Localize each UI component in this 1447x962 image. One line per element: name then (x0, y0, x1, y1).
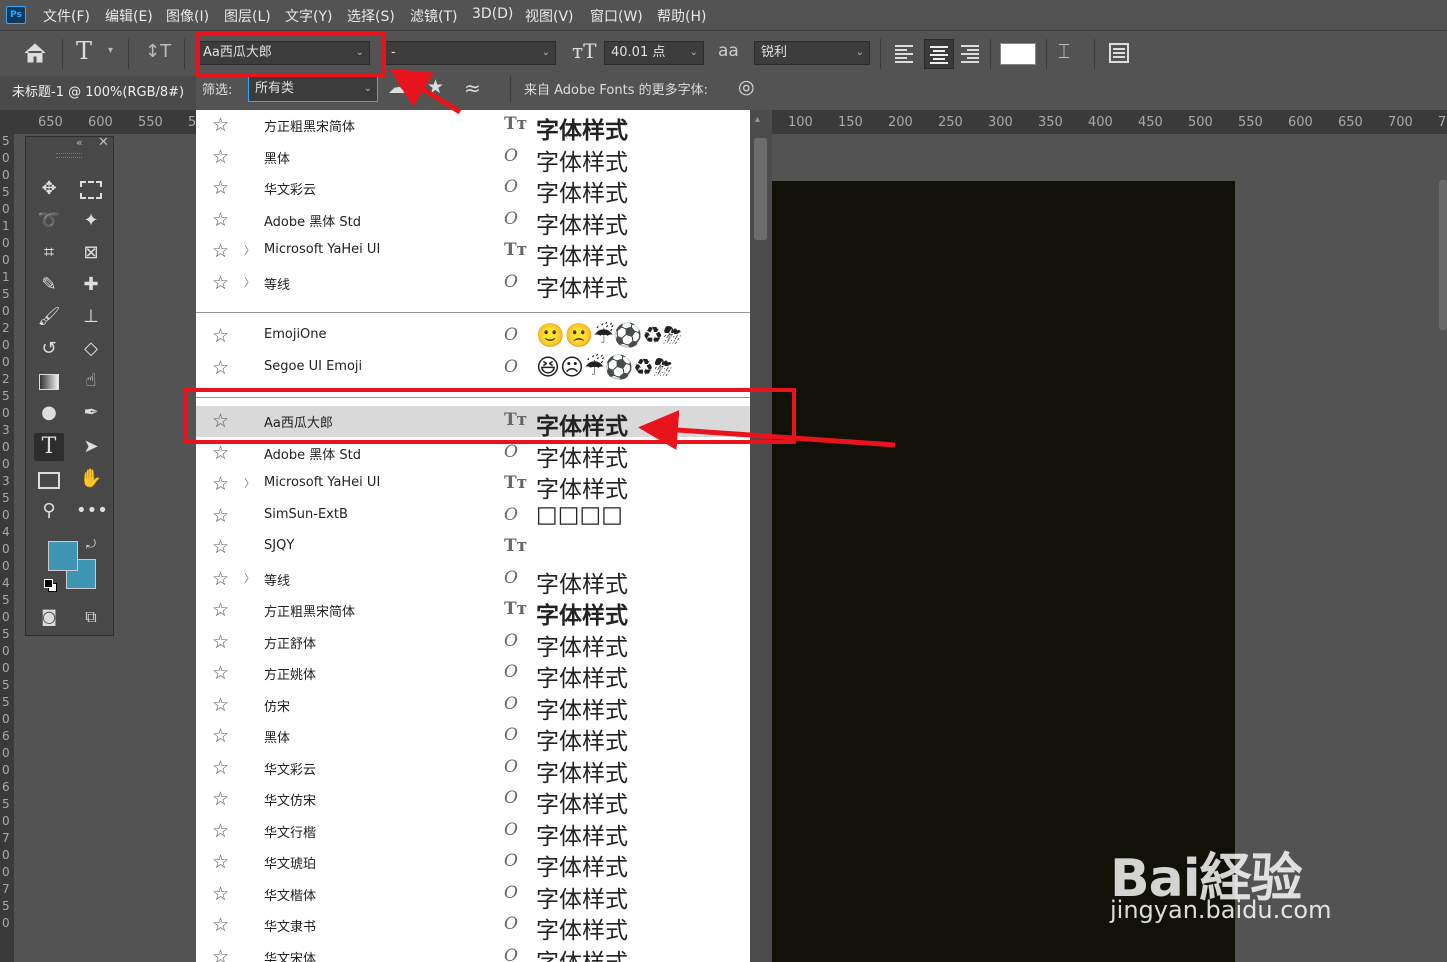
foreground-color-swatch[interactable] (48, 541, 78, 571)
annotation-arrow-to-row (638, 410, 896, 451)
annotation-arrows (389, 68, 896, 451)
annotation-arrow-to-field (389, 68, 462, 115)
baidu-watermark-url: jingyan.baidu.com (1110, 896, 1332, 924)
